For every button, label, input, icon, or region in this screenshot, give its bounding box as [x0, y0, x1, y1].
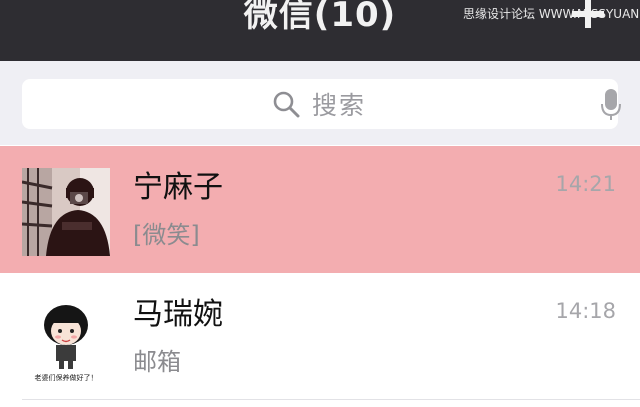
chat-preview: [微笑]: [133, 221, 200, 249]
avatar: [22, 168, 110, 256]
chat-name: 马瑞婉: [133, 297, 223, 332]
chat-time: 14:18: [555, 299, 616, 323]
photo-avatar-person-with-camera-icon: [22, 168, 110, 256]
avatar: 老婆们保养做好了！: [22, 295, 110, 383]
chat-time: 14:21: [555, 172, 616, 196]
plus-icon: [572, 0, 604, 28]
search-icon: [273, 91, 300, 118]
microphone-icon[interactable]: [600, 89, 622, 121]
add-button[interactable]: [568, 0, 608, 30]
watermark-text: 思缘设计论坛 WWW.MISSYUAN.COM: [463, 7, 640, 21]
chat-row-ning-mazi[interactable]: 宁麻子 [微笑] 14:21: [0, 146, 640, 273]
search-placeholder: 搜索: [312, 91, 367, 120]
chat-list: 宁麻子 [微笑] 14:21 老婆们保养做好了！ 马瑞婉 邮箱 14:18: [0, 146, 640, 407]
chat-row-ma-ruiwan[interactable]: 老婆们保养做好了！ 马瑞婉 邮箱 14:18: [0, 273, 640, 400]
row-divider: [22, 399, 640, 400]
search-input[interactable]: 搜索: [22, 79, 621, 129]
chat-preview: 邮箱: [133, 348, 181, 376]
chat-name: 宁麻子: [133, 170, 223, 205]
navigation-bar: 微信(10) 思缘设计论坛 WWW.MISSYUAN.COM: [0, 0, 640, 61]
cartoon-girl-avatar-icon: [22, 295, 110, 383]
wechat-chat-list-screen: 微信(10) 思缘设计论坛 WWW.MISSYUAN.COM 搜索: [0, 0, 640, 407]
search-content: 搜索: [272, 79, 366, 129]
avatar-caption: 老婆们保养做好了！: [34, 374, 98, 382]
search-area: 搜索: [0, 61, 640, 145]
